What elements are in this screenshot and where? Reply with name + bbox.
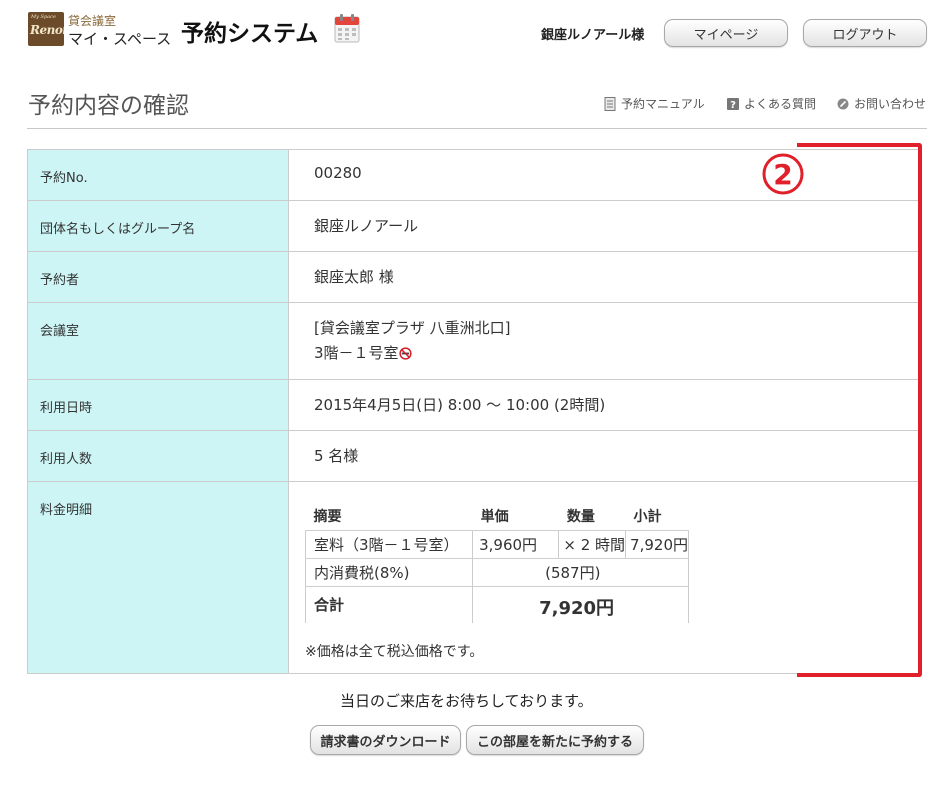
annotation-number: 2 [773,158,792,191]
page-title: 予約内容の確認 [28,93,189,119]
table-row: 予約者 銀座太郎 様 [27,251,920,303]
annotation-bracket [797,143,922,677]
table-row: 利用人数 5 名様 [27,430,920,482]
table-row: 団体名もしくはグループ名 銀座ルノアール [27,200,920,252]
fee-item-row: 室料（3階－１号室） 3,960円 × 2 時間 7,920円 [304,530,689,559]
manual-link[interactable]: 予約マニュアル [604,95,705,112]
logout-button[interactable]: ログアウト [803,19,927,47]
fee-col-desc: 摘要 [305,502,473,531]
table-row: 利用日時 2015年4月5日(日) 8:00 ～ 10:00 (2時間) [27,379,920,431]
fee-total-row: 合計 7,920円 [304,586,689,623]
fee-item-qty: × 2 時間 [558,530,627,559]
brand-line-2: マイ・スペース [68,30,172,48]
fee-item-subtotal: 7,920円 [625,530,689,559]
fee-header-row: 摘要 単価 数量 小計 [305,502,689,531]
fee-tax-amount: (587円) [472,558,689,587]
mypage-button[interactable]: マイページ [664,19,788,47]
user-name: 銀座ルノアール様 [541,28,645,43]
fee-total-label: 合計 [304,586,474,623]
rebook-room-button[interactable]: この部屋を新たに予約する [466,725,644,755]
table-row: 会議室 [貸会議室プラザ 八重洲北口] 3階－１号室 [27,302,920,380]
svg-text:?: ? [730,100,736,111]
system-title: 予約システム [181,21,319,47]
fee-col-subtotal: 小計 [625,502,689,531]
fee-tax-desc: 内消費税(8%) [304,558,474,587]
row-label: 料金明細 [27,481,289,674]
question-icon: ? [727,97,739,111]
logo-script-text: Renoir [30,23,64,37]
calendar-icon [334,14,360,43]
fee-col-qty: 数量 [558,502,626,531]
manual-icon [604,96,616,111]
invoice-download-button[interactable]: 請求書のダウンロード [310,725,461,755]
fee-item-unit-price: 3,960円 [472,530,560,559]
fee-item-desc: 室料（3階－１号室） [304,530,474,559]
row-label: 予約No. [27,149,289,201]
logo-small-text: My Space [31,14,56,20]
faq-link-label: よくある質問 [744,97,817,111]
contact-link[interactable]: お問い合わせ [837,95,926,112]
annotation-number-badge: 2 [762,153,804,195]
fee-col-unit: 単価 [472,502,559,531]
fee-tax-row: 内消費税(8%) (587円) [304,558,689,587]
table-row: 料金明細 摘要 単価 数量 小計 室料（3階－１号室） 3,960円 × 2 時… [27,481,920,674]
closing-message: 当日のご来店をお待ちしております。 [340,692,593,710]
row-label: 利用人数 [27,430,289,482]
row-label: 利用日時 [27,379,289,431]
brand-line-1: 貸会議室 [68,14,117,28]
contact-icon [837,98,849,109]
fee-table: 摘要 単価 数量 小計 室料（3階－１号室） 3,960円 × 2 時間 7,9… [304,502,689,623]
no-smoking-icon [398,347,412,360]
title-divider [27,128,927,129]
faq-link[interactable]: ? よくある質問 [727,95,816,112]
manual-link-label: 予約マニュアル [621,97,705,111]
row-label: 団体名もしくはグループ名 [27,200,289,252]
fee-total-amount: 7,920円 [472,586,689,623]
row-label: 予約者 [27,251,289,303]
brand-logo[interactable]: My Space Renoir [28,12,64,46]
room-number: 3階－１号室 [314,344,399,362]
reservation-table: 予約No. 00280 団体名もしくはグループ名 銀座ルノアール 予約者 銀座太… [27,149,920,674]
row-label: 会議室 [27,302,289,380]
contact-link-label: お問い合わせ [854,97,927,111]
